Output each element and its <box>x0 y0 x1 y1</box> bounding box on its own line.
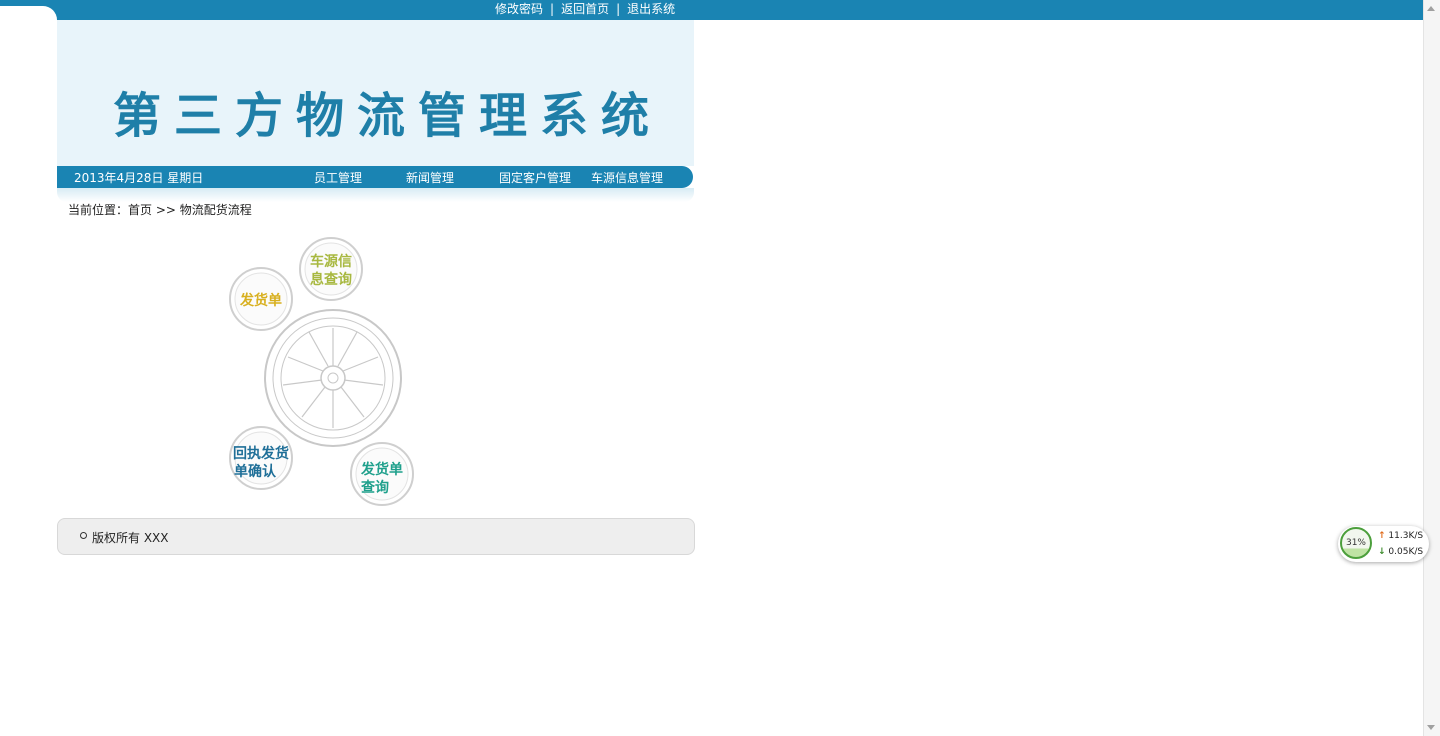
download-speed: 0.05K/S <box>1388 547 1424 557</box>
footer: 版权所有 XXX <box>57 518 695 555</box>
current-date: 2013年4月28日 星期日 <box>74 171 204 185</box>
top-left-corner <box>0 6 57 26</box>
upload-speed-row: ↑ 11.3K/S <box>1378 531 1423 541</box>
usage-percent: 31% <box>1345 538 1366 548</box>
top-links: 修改密码 | 返回首页 | 退出系统 <box>495 1 675 17</box>
breadcrumb-home[interactable]: 首页 <box>128 203 152 217</box>
back-home-link[interactable]: 返回首页 <box>561 2 609 16</box>
flow-node-label: 发货单 <box>239 292 282 309</box>
flow-node-label: 查询 <box>361 479 389 496</box>
flow-node-vehicle-query[interactable]: 车源信 息查询 <box>299 237 363 301</box>
flow-node-receipt-confirm[interactable]: 回执发货 单确认 <box>229 426 293 490</box>
flow-node-label: 发货单 <box>360 461 403 478</box>
flow-node-label: 息查询 <box>310 271 352 288</box>
copyright-text: 版权所有 XXX <box>92 531 169 545</box>
usage-gauge: 31% <box>1340 527 1372 559</box>
flow-node-label: 车源信 <box>310 253 352 270</box>
nav-shadow <box>57 188 694 202</box>
logout-link[interactable]: 退出系统 <box>627 2 675 16</box>
download-arrow-icon: ↓ <box>1378 547 1386 557</box>
breadcrumb-separator: >> <box>155 203 176 217</box>
download-speed-row: ↓ 0.05K/S <box>1378 547 1423 557</box>
top-bar <box>0 0 1423 20</box>
flow-node-delivery-note[interactable]: 发货单 <box>229 267 293 331</box>
breadcrumb: 当前位置：首页 >> 物流配货流程 <box>68 201 252 218</box>
upload-speed: 11.3K/S <box>1388 531 1424 541</box>
link-separator: | <box>616 2 621 16</box>
nav-item-vehicles[interactable]: 车源信息管理 <box>591 169 663 186</box>
nav-item-customers[interactable]: 固定客户管理 <box>499 169 571 186</box>
breadcrumb-prefix: 当前位置： <box>68 203 129 217</box>
flow-node-delivery-query[interactable]: 发货单 查询 <box>350 442 414 506</box>
flow-node-label: 回执发货 <box>233 445 289 462</box>
wheel-hub-icon <box>264 309 402 447</box>
scroll-up-icon[interactable] <box>1427 6 1435 11</box>
upload-arrow-icon: ↑ <box>1378 531 1386 541</box>
system-title: 第三方物流管理系统 <box>113 88 663 144</box>
nav-item-employee[interactable]: 员工管理 <box>314 169 362 186</box>
flow-node-label: 单确认 <box>234 463 277 480</box>
logistics-flow-diagram: 车源信 息查询 发货单 回执发货 单确认 发货单 查询 <box>229 237 414 506</box>
nav-item-news[interactable]: 新闻管理 <box>406 169 454 186</box>
link-separator: | <box>550 2 555 16</box>
vertical-scrollbar[interactable] <box>1423 0 1440 736</box>
scroll-down-icon[interactable] <box>1427 725 1435 730</box>
breadcrumb-current: 物流配货流程 <box>179 203 252 217</box>
change-password-link[interactable]: 修改密码 <box>495 2 543 16</box>
bullet-icon <box>80 532 87 539</box>
